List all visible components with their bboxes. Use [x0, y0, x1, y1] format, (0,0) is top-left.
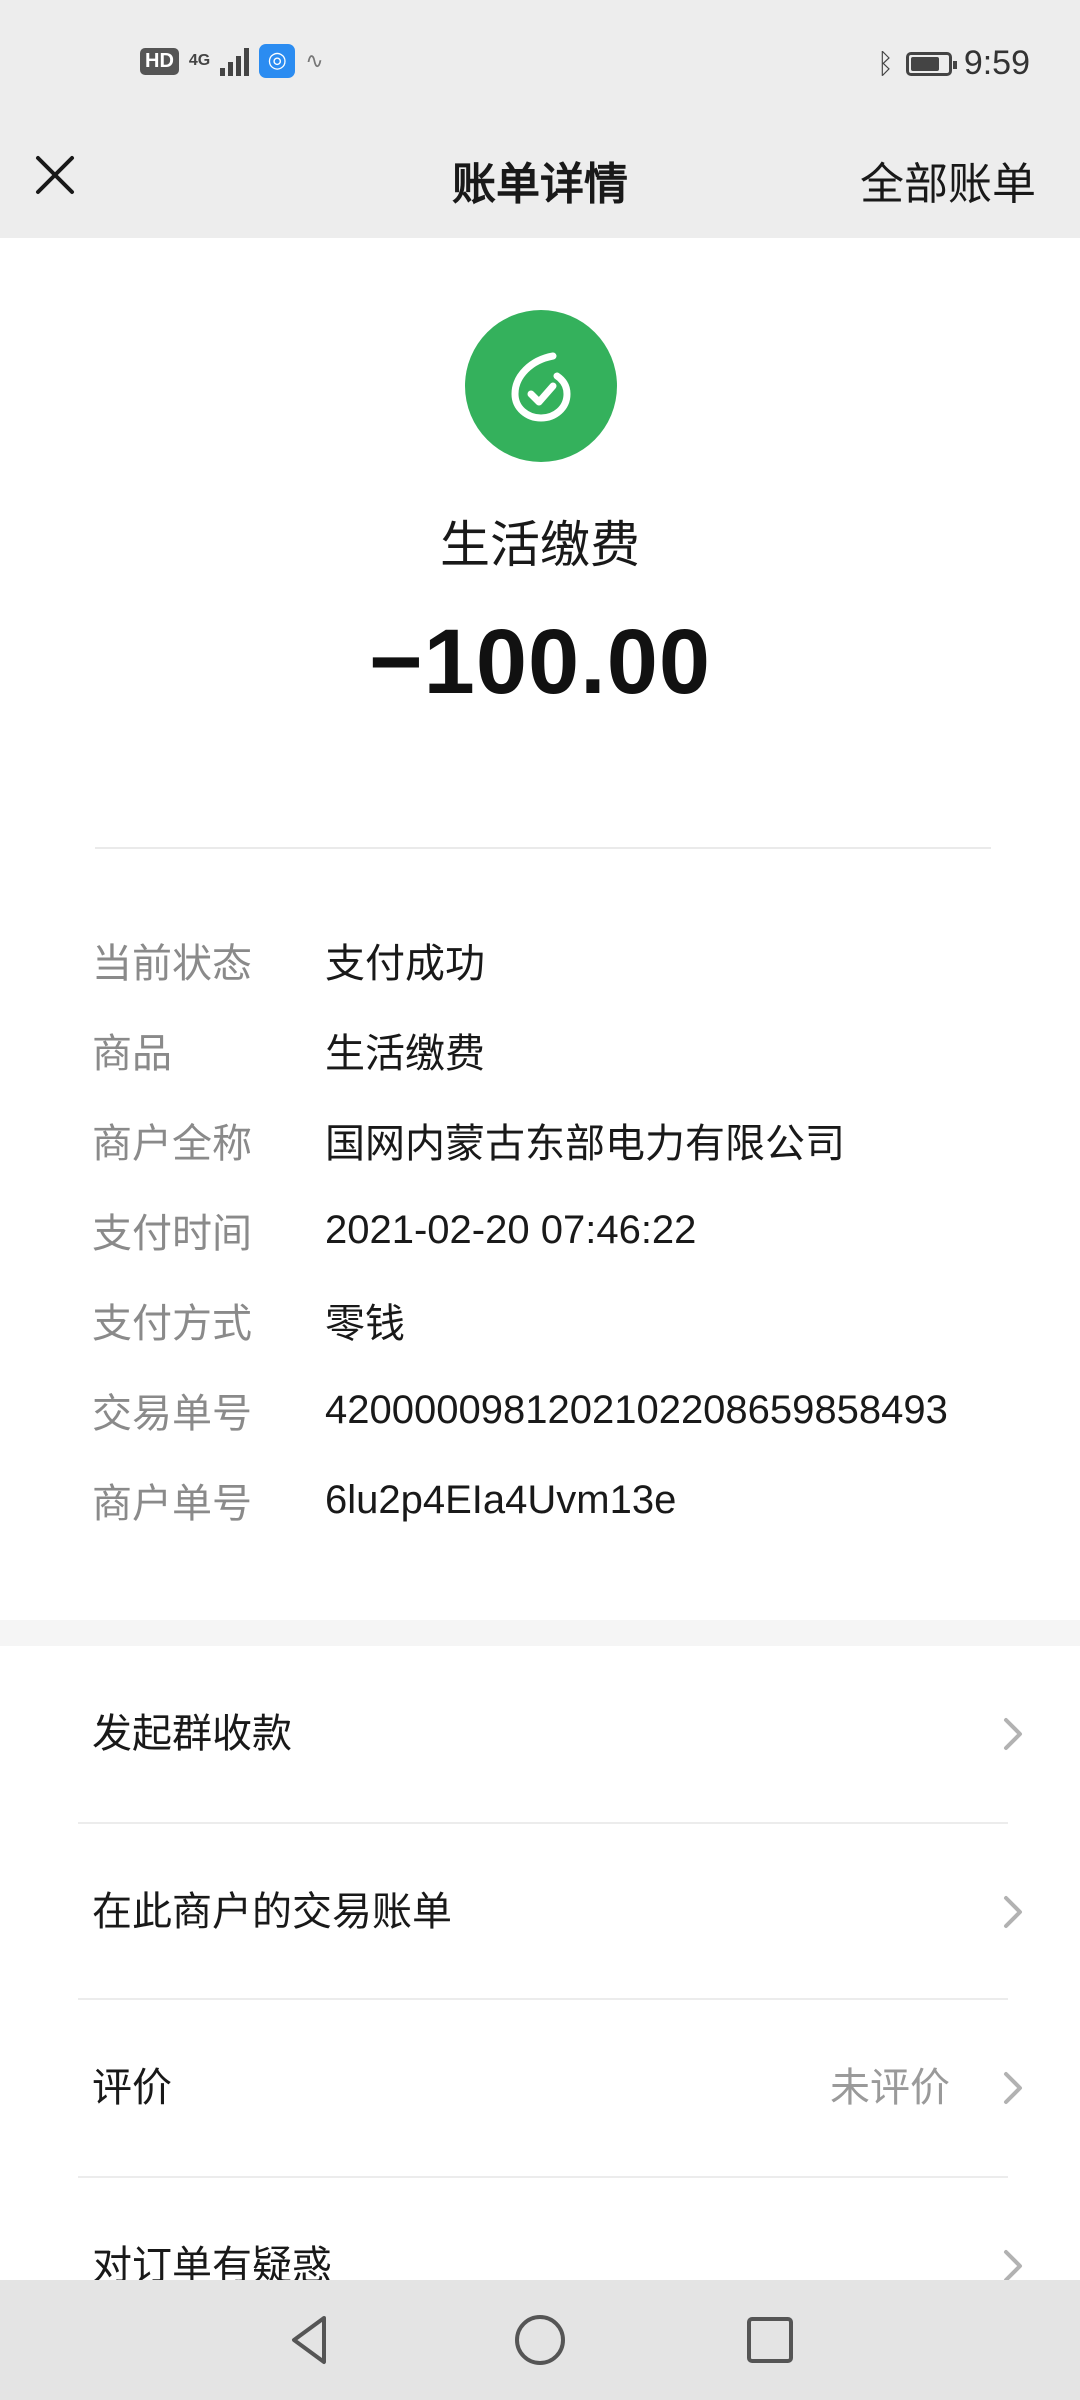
review-status: 未评价	[830, 2065, 950, 2111]
divider	[95, 847, 991, 849]
battery-icon	[905, 51, 957, 76]
detail-value: 国网内蒙古东部电力有限公司	[325, 1121, 845, 1167]
detail-row-transaction-id: 交易单号 4200000981202102208659858493	[92, 1365, 1022, 1455]
menu-label: 在此商户的交易账单	[92, 1889, 452, 1935]
menu-label: 评价	[92, 2065, 172, 2111]
detail-row-merchant-order-id: 商户单号 6lu2p4EIa4Uvm13e	[92, 1455, 1022, 1545]
detail-row-payment-method: 支付方式 零钱	[92, 1275, 1022, 1365]
detail-value: 2021-02-20 07:46:22	[325, 1207, 697, 1252]
detail-value: 4200000981202102208659858493	[325, 1387, 948, 1432]
utility-payment-icon	[511, 352, 571, 422]
transaction-details: 当前状态 支付成功 商品 生活缴费 商户全称 国网内蒙古东部电力有限公司 支付时…	[92, 915, 1022, 1545]
detail-value: 支付成功	[325, 941, 485, 987]
status-right: ᛒ 9:59	[877, 44, 1030, 83]
detail-value: 6lu2p4EIa4Uvm13e	[325, 1477, 677, 1522]
signal-icon	[220, 46, 250, 76]
app-notification-icon: ◎	[259, 44, 296, 78]
detail-row-status: 当前状态 支付成功	[92, 915, 1022, 1005]
network-type: 4G	[188, 52, 211, 69]
detail-label: 当前状态	[92, 941, 252, 987]
detail-label: 商户全称	[92, 1121, 252, 1167]
transaction-amount: −100.00	[368, 611, 712, 713]
chevron-right-icon	[1004, 2250, 1022, 2282]
group-collect-row[interactable]: 发起群收款	[0, 1646, 1080, 1822]
detail-row-product: 商品 生活缴费	[92, 1005, 1022, 1095]
nav-bar: 账单详情 全部账单	[0, 130, 1080, 238]
chevron-right-icon	[1004, 1718, 1022, 1750]
merchant-bills-row[interactable]: 在此商户的交易账单	[0, 1824, 1080, 2000]
chevron-right-icon	[1004, 1896, 1022, 1928]
hd-icon: HD	[140, 47, 179, 75]
detail-label: 交易单号	[92, 1391, 252, 1437]
back-icon[interactable]	[280, 2310, 340, 2370]
bluetooth-icon: ᛒ	[877, 47, 894, 80]
merchant-name: 生活缴费	[440, 516, 640, 574]
all-bills-link[interactable]: 全部账单	[860, 148, 1036, 212]
detail-value: 生活缴费	[325, 1031, 485, 1077]
detail-label: 商品	[92, 1031, 172, 1077]
detail-label: 支付时间	[92, 1211, 252, 1257]
detail-label: 商户单号	[92, 1481, 252, 1527]
home-icon[interactable]	[510, 2310, 570, 2370]
detail-label: 支付方式	[92, 1301, 252, 1347]
detail-row-merchant: 商户全称 国网内蒙古东部电力有限公司	[92, 1095, 1022, 1185]
clock: 9:59	[963, 44, 1030, 82]
system-nav-bar	[0, 2280, 1080, 2400]
detail-row-payment-time: 支付时间 2021-02-20 07:46:22	[92, 1185, 1022, 1275]
menu-label: 发起群收款	[92, 1711, 292, 1757]
notification-icon: ∿	[305, 48, 324, 74]
recents-icon[interactable]	[740, 2310, 800, 2370]
detail-value: 零钱	[325, 1301, 405, 1347]
section-separator	[0, 1620, 1080, 1646]
merchant-logo	[465, 310, 617, 462]
chevron-right-icon	[1004, 2072, 1022, 2104]
status-bar: HD 4G ◎ ∿ ᛒ 9:59	[0, 0, 1080, 130]
status-left: HD 4G ◎ ∿	[140, 44, 324, 78]
review-row[interactable]: 评价 未评价	[0, 2000, 1080, 2176]
